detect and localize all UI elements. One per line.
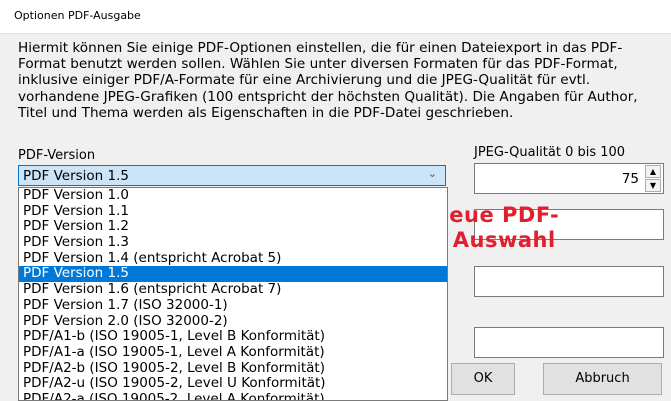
dropdown-option[interactable]: PDF Version 1.1 — [19, 203, 447, 220]
pdf-version-label: PDF-Version — [18, 148, 96, 163]
pdf-version-dropdown-list[interactable]: PDF Version 1.0 PDF Version 1.1 PDF Versio… — [18, 187, 448, 401]
spin-down-icon[interactable]: ▼ — [645, 179, 661, 192]
subject-field[interactable] — [474, 327, 664, 358]
pdf-options-dialog: Optionen PDF-Ausgabe Hiermit können Sie … — [0, 0, 671, 401]
dropdown-option[interactable]: PDF Version 1.5 — [19, 266, 447, 283]
dropdown-option[interactable]: PDF Version 1.0 — [19, 188, 447, 204]
pdf-version-value: PDF Version 1.5 — [23, 168, 129, 184]
dropdown-option[interactable]: PDF Version 1.2 — [19, 219, 447, 235]
dropdown-option[interactable]: PDF Version 1.7 (ISO 32000-1) — [19, 297, 447, 314]
pdf-version-select[interactable]: PDF Version 1.5 ⌄ — [18, 165, 446, 186]
cancel-button[interactable]: Abbruch — [543, 363, 662, 395]
dropdown-option[interactable]: PDF/A2-u (ISO 19005-2, Level U Konformit… — [19, 376, 447, 392]
jpeg-quality-spinner[interactable]: 75 ▲ ▼ — [474, 163, 664, 194]
jpeg-quality-value[interactable]: 75 — [622, 171, 639, 187]
dropdown-option[interactable]: PDF/A2-a (ISO 19005-2, Level A Konformit… — [19, 391, 447, 400]
dropdown-option[interactable]: PDF Version 1.4 (entspricht Acrobat 5) — [19, 250, 447, 267]
dropdown-option[interactable]: PDF Version 1.6 (entspricht Acrobat 7) — [19, 281, 447, 298]
jpeg-quality-label: JPEG-Qualität 0 bis 100 — [474, 145, 626, 160]
dropdown-option[interactable]: PDF/A1-a (ISO 19005-1, Level A Konformit… — [19, 344, 447, 361]
ok-button[interactable]: OK — [451, 363, 515, 395]
dropdown-option[interactable]: PDF Version 1.3 — [19, 234, 447, 251]
chevron-down-icon: ⌄ — [427, 167, 437, 180]
intro-text: Hiermit können Sie einige PDF-Optionen e… — [18, 40, 638, 121]
title-bar: Optionen PDF-Ausgabe — [0, 0, 671, 34]
dialog-title: Optionen PDF-Ausgabe — [14, 9, 141, 22]
dropdown-option[interactable]: PDF/A2-b (ISO 19005-2, Level B Konformit… — [19, 360, 447, 377]
spin-up-icon[interactable]: ▲ — [645, 165, 661, 178]
dropdown-option[interactable]: PDF Version 2.0 (ISO 32000-2) — [19, 313, 447, 330]
dropdown-option[interactable]: PDF/A1-b (ISO 19005-1, Level B Konformit… — [19, 328, 447, 345]
title-field[interactable] — [474, 266, 664, 297]
